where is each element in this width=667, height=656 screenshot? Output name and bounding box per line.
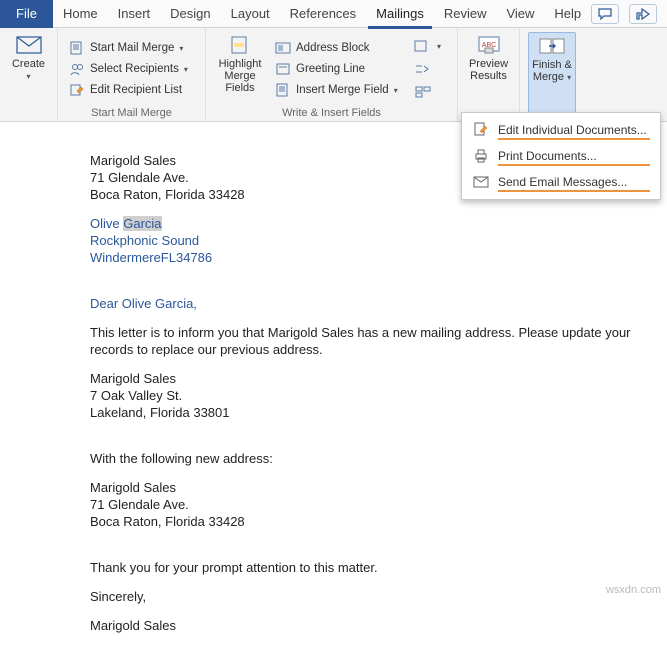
document-edit-icon <box>472 121 490 139</box>
chevron-down-icon: ▾ <box>26 72 30 81</box>
insert-field-icon <box>274 82 292 98</box>
tab-references[interactable]: References <box>280 0 366 28</box>
menu-edit-individual-documents[interactable]: Edit Individual Documents... <box>462 117 660 143</box>
menu-print-label: Print Documents... <box>498 149 650 163</box>
chevron-down-icon: ▾ <box>394 86 398 95</box>
group-start-mail-merge: Start Mail Merge ▾ Select Recipients ▾ Edi… <box>58 28 206 121</box>
share-button[interactable] <box>629 4 657 24</box>
preview-label: Preview Results <box>469 58 508 82</box>
rules-button[interactable]: ▾ <box>412 37 440 55</box>
recipient-name-line: Olive Garcia <box>90 215 657 232</box>
chevron-down-icon: ▾ <box>184 65 188 74</box>
group-write-insert: Highlight Merge Fields Address Block Gre… <box>206 28 458 121</box>
address-icon <box>274 40 292 56</box>
closing: Sincerely, <box>90 588 657 605</box>
old-name: Marigold Sales <box>90 370 657 387</box>
finish-merge-menu: Edit Individual Documents... Print Docum… <box>461 112 661 200</box>
highlight-icon <box>226 34 254 56</box>
finish-merge-button[interactable]: Finish & Merge ▾ <box>528 32 576 118</box>
select-rcp-label: Select Recipients <box>90 63 179 75</box>
chevron-down-icon: ▾ <box>567 73 571 82</box>
tab-mailings[interactable]: Mailings <box>366 0 434 28</box>
group-preview: ABC Preview Results <box>458 28 520 121</box>
group-finish: Finish & Merge ▾ <box>520 28 584 121</box>
highlight-label: Highlight Merge Fields <box>214 58 266 94</box>
tab-insert[interactable]: Insert <box>108 0 161 28</box>
body-paragraph-1: This letter is to inform you that Marigo… <box>90 324 657 358</box>
body-paragraph-3: Thank you for your prompt attention to t… <box>90 559 657 576</box>
greeting-icon <box>274 61 292 77</box>
merge-first-name: Olive <box>90 216 120 231</box>
tab-bar: File Home Insert Design Layout Reference… <box>0 0 667 28</box>
greeting-label: Greeting Line <box>296 63 365 75</box>
menu-print-documents[interactable]: Print Documents... <box>462 143 660 169</box>
document-area[interactable]: Marigold Sales 71 Glendale Ave. Boca Rat… <box>0 122 667 656</box>
insert-merge-field-button[interactable]: Insert Merge Field ▾ <box>272 81 406 99</box>
ribbon: Create ▾ Start Mail Merge ▾ Select Recipie… <box>0 28 667 122</box>
group-create: Create ▾ <box>0 28 58 121</box>
new-addr1: 71 Glendale Ave. <box>90 496 657 513</box>
finish-merge-icon <box>538 35 566 57</box>
salutation: Dear Olive Garcia, <box>90 295 657 312</box>
greeting-line-button[interactable]: Greeting Line <box>272 60 406 78</box>
match-icon <box>414 61 432 77</box>
tab-file[interactable]: File <box>0 0 53 28</box>
highlight-merge-fields-button[interactable]: Highlight Merge Fields <box>214 32 266 106</box>
chevron-down-icon: ▾ <box>437 42 441 51</box>
edit-rcp-label: Edit Recipient List <box>90 84 182 96</box>
menu-email-label: Send Email Messages... <box>498 175 650 189</box>
quick-actions <box>591 4 667 24</box>
update-icon <box>414 84 432 100</box>
old-addr1: 7 Oak Valley St. <box>90 387 657 404</box>
edit-list-icon <box>68 82 86 98</box>
menu-send-email-messages[interactable]: Send Email Messages... <box>462 169 660 195</box>
signature: Marigold Sales <box>90 617 657 634</box>
tab-view[interactable]: View <box>496 0 544 28</box>
old-addr2: Lakeland, Florida 33801 <box>90 404 657 421</box>
new-addr2: Boca Raton, Florida 33428 <box>90 513 657 530</box>
tab-layout[interactable]: Layout <box>221 0 280 28</box>
tab-review[interactable]: Review <box>434 0 497 28</box>
document-icon <box>68 40 86 56</box>
match-fields-button[interactable] <box>412 60 440 78</box>
preview-results-button[interactable]: ABC Preview Results <box>466 32 511 118</box>
chevron-down-icon: ▾ <box>179 44 183 53</box>
printer-icon <box>472 147 490 165</box>
speech-bubble-icon <box>598 8 612 20</box>
tab-help[interactable]: Help <box>544 0 591 28</box>
finish-label: Finish & Merge <box>532 59 572 83</box>
update-labels-button[interactable] <box>412 83 440 101</box>
address-block-button[interactable]: Address Block <box>272 39 406 57</box>
watermark: wsxdn.com <box>606 584 661 596</box>
insert-mf-label: Insert Merge Field <box>296 84 389 96</box>
create-envelopes-button[interactable]: Create ▾ <box>8 32 49 118</box>
start-mail-merge-button[interactable]: Start Mail Merge ▾ <box>66 39 197 57</box>
merge-company: Rockphonic Sound <box>90 232 657 249</box>
people-icon <box>68 61 86 77</box>
select-recipients-button[interactable]: Select Recipients ▾ <box>66 60 197 78</box>
menu-edit-label: Edit Individual Documents... <box>498 123 650 137</box>
edit-recipient-list-button[interactable]: Edit Recipient List <box>66 81 197 99</box>
share-icon <box>636 8 650 20</box>
email-icon <box>472 173 490 191</box>
group-write-label: Write & Insert Fields <box>214 106 449 119</box>
create-label: Create <box>12 58 45 70</box>
rules-icon <box>414 38 432 54</box>
address-label: Address Block <box>296 42 370 54</box>
tab-home[interactable]: Home <box>53 0 108 28</box>
start-mm-label: Start Mail Merge <box>90 42 174 54</box>
group-create-label <box>8 118 49 119</box>
document-body: Marigold Sales 71 Glendale Ave. Boca Rat… <box>90 152 657 634</box>
group-start-label: Start Mail Merge <box>66 106 197 119</box>
tab-design[interactable]: Design <box>160 0 220 28</box>
body-paragraph-2: With the following new address: <box>90 450 657 467</box>
merge-city-state-zip: WindermereFL34786 <box>90 249 657 266</box>
merge-last-name-selected: Garcia <box>123 216 161 231</box>
comments-button[interactable] <box>591 4 619 24</box>
preview-icon: ABC <box>475 34 503 56</box>
envelope-icon <box>15 34 43 56</box>
new-name: Marigold Sales <box>90 479 657 496</box>
